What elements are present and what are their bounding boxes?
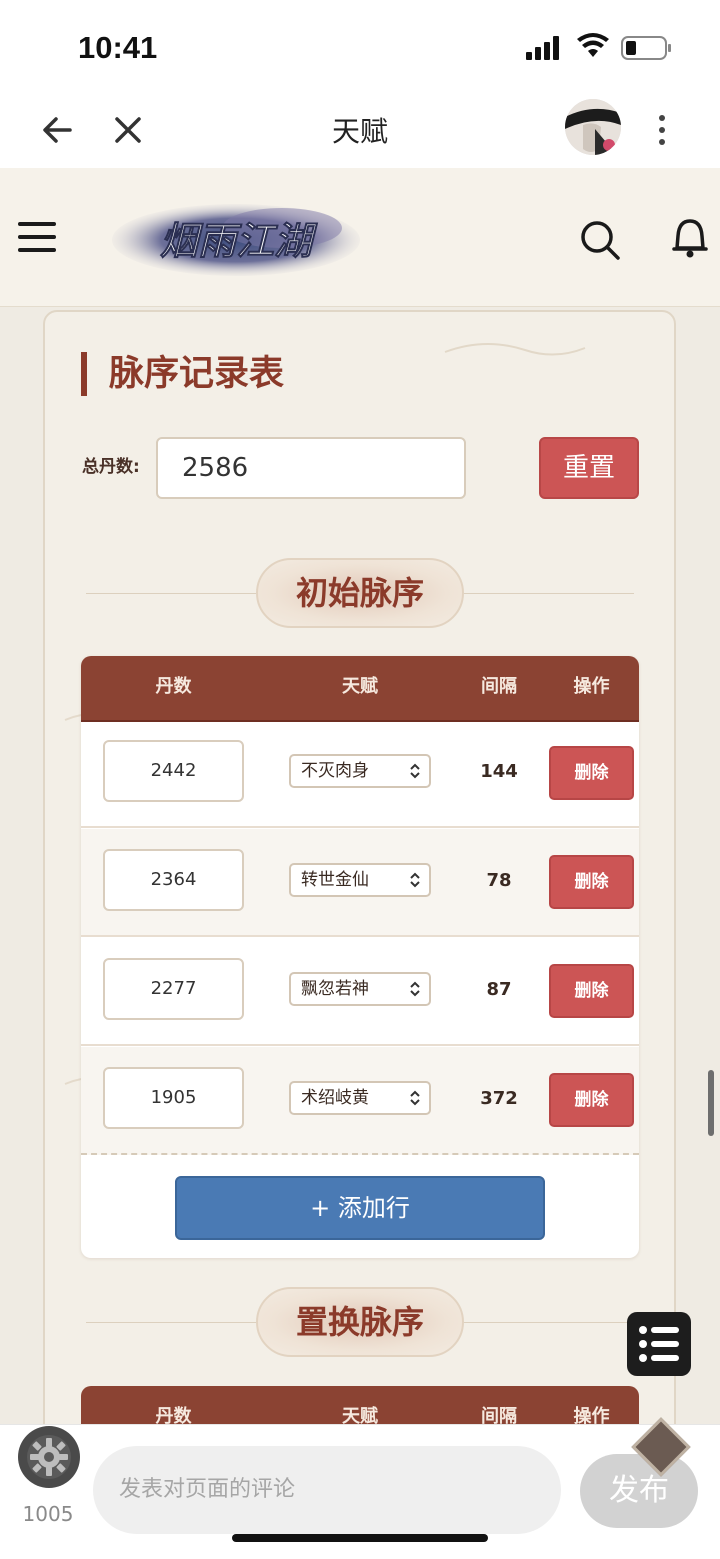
dan-input[interactable]: 2442 <box>103 740 244 802</box>
battery-icon <box>621 36 671 60</box>
total-dan-label: 总丹数: <box>82 457 140 477</box>
talent-select-value: 不灭肉身 <box>301 761 369 781</box>
home-indicator <box>232 1534 488 1542</box>
gap-value: 144 <box>480 761 518 782</box>
comment-count: 1005 <box>22 1502 74 1526</box>
column-header-dan: 丹数 <box>155 676 192 697</box>
talent-select-value: 术绍岐黄 <box>301 1088 369 1108</box>
dan-input[interactable]: 1905 <box>103 1067 244 1129</box>
table-of-contents-button[interactable] <box>627 1312 691 1376</box>
section-divider <box>464 1322 634 1323</box>
site-logo[interactable]: 烟雨江湖 <box>112 198 360 278</box>
comment-input[interactable]: 发表对页面的评论 <box>93 1446 561 1534</box>
gear-icon <box>27 1435 71 1479</box>
table-row: 2277 飘忽若神 87 删除 <box>81 938 639 1046</box>
add-row-button[interactable]: + 添加行 <box>175 1176 545 1240</box>
talent-select[interactable]: 转世金仙 <box>289 863 431 897</box>
section-title-initial: 初始脉序 <box>256 558 464 628</box>
talent-select[interactable]: 术绍岐黄 <box>289 1081 431 1115</box>
dan-input[interactable]: 2364 <box>103 849 244 911</box>
reset-button[interactable]: 重置 <box>539 437 639 499</box>
cellular-signal-icon <box>526 36 559 60</box>
list-icon <box>639 1326 679 1362</box>
publish-button[interactable]: 发布 <box>580 1454 698 1528</box>
select-chevron-icon <box>410 1090 420 1106</box>
page-heading: 脉序记录表 <box>81 352 284 396</box>
table-row: 2442 不灭肉身 144 删除 <box>81 720 639 828</box>
initial-sequence-table: 丹数 天赋 间隔 操作 2442 不灭肉身 144 删除 2364 转世金仙 7… <box>81 656 639 1258</box>
table-row: 2364 转世金仙 78 删除 <box>81 829 639 937</box>
scrollbar-thumb[interactable] <box>708 1070 714 1136</box>
table-header: 丹数 天赋 间隔 操作 <box>81 656 639 722</box>
hamburger-menu-icon[interactable] <box>18 220 56 254</box>
talent-select-value: 飘忽若神 <box>301 979 369 999</box>
gap-value: 372 <box>480 1088 518 1109</box>
gap-value: 78 <box>486 870 512 891</box>
more-vertical-icon[interactable] <box>650 110 674 150</box>
talent-select[interactable]: 飘忽若神 <box>289 972 431 1006</box>
section-divider <box>86 593 256 594</box>
svg-text:烟雨江湖: 烟雨江湖 <box>160 218 318 263</box>
talent-select-value: 转世金仙 <box>301 870 369 890</box>
delete-row-button[interactable]: 删除 <box>549 964 634 1018</box>
column-header-action: 操作 <box>573 676 610 697</box>
select-chevron-icon <box>410 763 420 779</box>
section-divider <box>464 593 634 594</box>
site-header: 烟雨江湖 <box>0 168 720 307</box>
delete-row-button[interactable]: 删除 <box>549 855 634 909</box>
table-row: 1905 术绍岐黄 372 删除 <box>81 1047 639 1155</box>
column-header-talent: 天赋 <box>342 676 378 697</box>
delete-row-button[interactable]: 删除 <box>549 1073 634 1127</box>
status-bar: 10:41 <box>0 0 720 90</box>
talent-select[interactable]: 不灭肉身 <box>289 754 431 788</box>
dan-input[interactable]: 2277 <box>103 958 244 1020</box>
wifi-icon <box>577 33 609 57</box>
column-header-gap: 间隔 <box>481 676 517 697</box>
avatar[interactable] <box>565 99 621 155</box>
section-title-replace: 置换脉序 <box>256 1287 464 1357</box>
search-icon[interactable] <box>578 218 622 262</box>
gap-value: 87 <box>486 979 512 1000</box>
bell-icon[interactable] <box>670 216 710 260</box>
select-chevron-icon <box>410 872 420 888</box>
total-dan-input[interactable]: 2586 <box>156 437 466 499</box>
select-chevron-icon <box>410 981 420 997</box>
settings-badge[interactable] <box>18 1426 80 1488</box>
delete-row-button[interactable]: 删除 <box>549 746 634 800</box>
status-time: 10:41 <box>78 30 158 65</box>
nav-bar: 天赋 <box>0 90 720 168</box>
section-divider <box>86 1322 256 1323</box>
